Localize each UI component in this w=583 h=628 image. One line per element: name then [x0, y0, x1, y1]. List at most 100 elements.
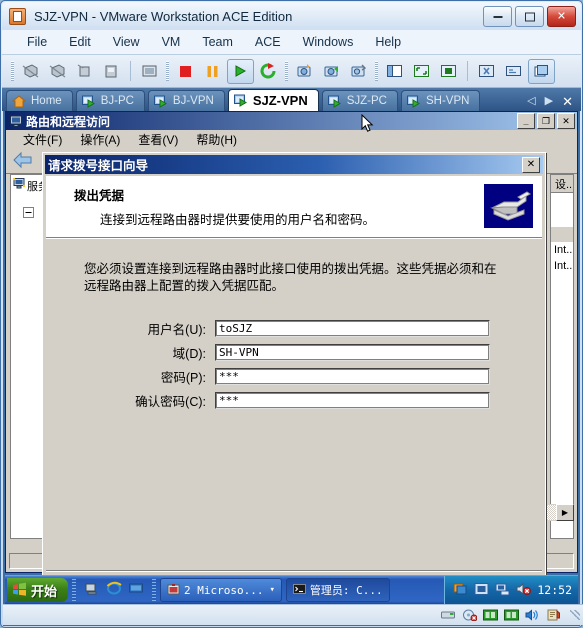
dialog-title-bar: 请求拨号接口向导 ✕: [45, 155, 543, 174]
internet-explorer-icon[interactable]: [106, 581, 122, 599]
menu-vm[interactable]: VM: [151, 32, 192, 52]
routing-remote-access-window: 路由和远程访问 _ ❐ ✕ 文件(F) 操作(A) 查看(V) 帮助(H) 服 …: [5, 111, 578, 603]
toolbar-grip-4[interactable]: [375, 61, 378, 81]
quick-switch-icon[interactable]: [436, 60, 461, 83]
menu-view[interactable]: View: [102, 32, 151, 52]
details-list[interactable]: 设... Int... Int...: [550, 174, 574, 539]
field-row-confirm-password: 确认密码(C): ***: [82, 391, 542, 409]
snapshot-take-icon[interactable]: [292, 60, 317, 83]
network-adapter-1-icon[interactable]: [483, 609, 498, 622]
taskbar-item-microsoft[interactable]: 2 Microso... ▾: [160, 578, 282, 602]
snapshot-revert-icon[interactable]: [319, 60, 344, 83]
taskbar-item-admin[interactable]: 管理员: C...: [285, 578, 390, 602]
volume-muted-icon[interactable]: [516, 582, 532, 599]
demand-dial-wizard-dialog: 请求拨号接口向导 ✕ 拨出凭据 连接到远程路由器时提供要使用的用户名和密码。 您…: [42, 152, 546, 603]
field-row-password: 密码(P): ***: [82, 367, 542, 385]
play-icon[interactable]: [227, 58, 254, 84]
network-adapter-2-icon[interactable]: [504, 609, 519, 622]
password-input[interactable]: ***: [215, 367, 490, 385]
close-button[interactable]: ✕: [547, 6, 576, 27]
snapshot-guest-icon[interactable]: [99, 60, 124, 83]
mmc-minimize-button[interactable]: _: [517, 113, 535, 129]
menu-file[interactable]: File: [16, 32, 58, 52]
menu-team[interactable]: Team: [191, 32, 244, 52]
vmware-status-bar: [3, 604, 583, 625]
taskbar-clock[interactable]: 12:52: [537, 583, 572, 597]
taskbar-item-label: 管理员: C...: [309, 584, 383, 597]
confirm-password-input[interactable]: ***: [215, 391, 490, 409]
mmc-menu-view[interactable]: 查看(V): [129, 129, 187, 150]
expand-box-icon[interactable]: [23, 207, 34, 221]
domain-input[interactable]: SH-VPN: [215, 343, 490, 361]
network-vm-icon[interactable]: [474, 582, 489, 599]
toolbar-grip-2[interactable]: [166, 61, 169, 81]
tab-bj-vpn[interactable]: BJ-VPN: [147, 90, 225, 111]
back-arrow-icon[interactable]: [11, 151, 35, 172]
power-off-icon[interactable]: [18, 60, 43, 83]
maximize-button[interactable]: [515, 6, 544, 27]
start-button[interactable]: 开始: [7, 578, 69, 602]
menu-ace[interactable]: ACE: [244, 32, 292, 52]
network-icon[interactable]: [495, 582, 510, 599]
usb-icon[interactable]: [546, 609, 561, 622]
tab-scroll-left-icon[interactable]: ◁: [527, 96, 535, 107]
tab-sjz-vpn[interactable]: SJZ-VPN: [227, 89, 319, 111]
mmc-restore-button[interactable]: ❐: [537, 113, 555, 129]
floppy-icon[interactable]: [441, 609, 456, 622]
tree-expand-row[interactable]: [11, 205, 45, 223]
close-icon: ✕: [556, 10, 567, 22]
tree-item-server[interactable]: 服务器: [11, 175, 45, 196]
toolbar-grip[interactable]: [11, 61, 14, 81]
menu-edit[interactable]: Edit: [58, 32, 102, 52]
suspend-guest-icon[interactable]: [72, 60, 97, 83]
tabs-icon[interactable]: [528, 58, 555, 84]
list-item[interactable]: Int...: [551, 258, 573, 274]
tab-sh-vpn[interactable]: SH-VPN: [400, 90, 481, 111]
tab-bj-pc[interactable]: BJ-PC: [75, 90, 145, 111]
vm-tab-icon: [81, 95, 96, 108]
tab-sjz-pc[interactable]: SJZ-PC: [321, 90, 398, 111]
mmc-title-bar: 路由和远程访问 _ ❐ ✕: [6, 112, 577, 130]
pause-icon[interactable]: [200, 60, 225, 83]
stop-icon[interactable]: [173, 60, 198, 83]
list-column-header[interactable]: 设...: [551, 175, 573, 193]
sidebar-toggle-icon[interactable]: [382, 60, 407, 83]
taskbar-grip[interactable]: [152, 579, 157, 601]
menu-help[interactable]: Help: [364, 32, 412, 52]
chevron-down-icon[interactable]: ▾: [270, 585, 275, 595]
snapshot-manager-icon[interactable]: [346, 60, 371, 83]
mmc-close-button[interactable]: ✕: [557, 113, 575, 129]
power-on-icon[interactable]: [45, 60, 70, 83]
minimize-button[interactable]: [483, 6, 512, 27]
tab-home[interactable]: Home: [6, 90, 73, 111]
menu-windows[interactable]: Windows: [292, 32, 365, 52]
scroll-right-button[interactable]: ▶: [556, 504, 574, 521]
mmc-menu-action[interactable]: 操作(A): [71, 129, 129, 150]
toolbar-grip-3[interactable]: [285, 61, 288, 81]
console-tree[interactable]: 服务器: [10, 174, 46, 539]
mmc-menu-file[interactable]: 文件(F): [14, 129, 71, 150]
mmc-menu-help[interactable]: 帮助(H): [187, 129, 246, 150]
quick-launch-grip[interactable]: [72, 579, 77, 601]
show-desktop-icon[interactable]: [84, 581, 100, 599]
reset-icon[interactable]: [256, 60, 281, 83]
vmware-tools-icon[interactable]: [453, 582, 468, 599]
vmware-icon: [9, 7, 26, 25]
preferences-icon[interactable]: [474, 60, 499, 83]
username-input[interactable]: toSJZ: [215, 319, 490, 337]
sound-icon[interactable]: [525, 608, 540, 622]
settings-icon[interactable]: [137, 60, 162, 83]
vm-tab-icon: [327, 95, 342, 108]
resize-grip[interactable]: [570, 610, 580, 620]
fullscreen-icon[interactable]: [409, 60, 434, 83]
password-label: 密码(P):: [160, 370, 206, 385]
tab-scroll-right-icon[interactable]: ▶: [545, 96, 553, 107]
dialog-close-button[interactable]: ✕: [522, 156, 540, 173]
display-icon[interactable]: [128, 581, 144, 599]
domain-label: 域(D):: [172, 346, 206, 361]
list-item[interactable]: Int...: [551, 242, 573, 258]
start-label: 开始: [31, 583, 58, 599]
summary-icon[interactable]: [501, 60, 526, 83]
cdrom-icon[interactable]: [462, 609, 478, 622]
tab-close-icon[interactable]: ✕: [562, 95, 573, 108]
